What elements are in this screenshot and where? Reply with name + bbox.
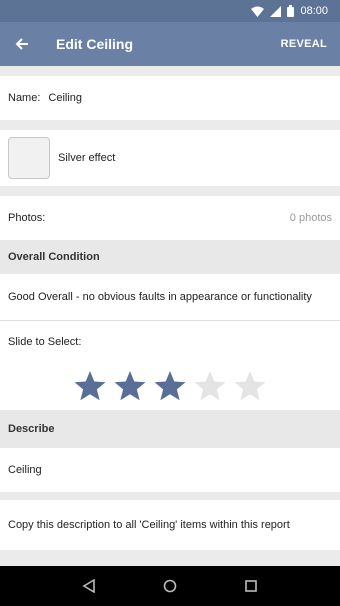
home-icon[interactable] [163,579,177,593]
star-icon[interactable] [193,369,227,403]
slide-label: Slide to Select: [8,335,82,348]
back-button[interactable] [0,22,44,66]
condition-text: Good Overall - no obvious faults in appe… [8,291,312,303]
section-title: Overall Condition [8,251,100,263]
recents-icon[interactable] [244,579,258,593]
battery-icon [287,5,295,17]
back-nav-icon[interactable] [82,579,96,593]
clock: 08:00 [300,5,328,17]
star-rating[interactable] [0,362,340,410]
copy-description-text[interactable]: Copy this description to all 'Ceiling' i… [8,518,290,533]
section-title: Describe [8,423,55,435]
star-icon[interactable] [233,369,267,403]
condition-text-row: Good Overall - no obvious faults in appe… [0,274,340,320]
signal-icon [270,5,282,17]
section-header-overall-condition: Overall Condition [0,240,340,274]
name-label: Name: [8,92,41,104]
photos-label: Photos: [8,212,46,224]
finish-label: Silver effect [58,152,116,164]
star-icon[interactable] [113,369,147,403]
finish-thumbnail[interactable] [8,137,50,179]
section-header-describe: Describe [0,410,340,448]
app-bar: Edit Ceiling REVEAL [0,22,340,66]
describe-row[interactable]: Ceiling [0,448,340,492]
name-row[interactable]: Name: Ceiling [0,76,340,120]
slide-row: Slide to Select: [0,321,340,362]
star-icon[interactable] [73,369,107,403]
arrow-left-icon [15,38,28,50]
photos-row[interactable]: Photos: 0 photos [0,196,340,240]
describe-value[interactable]: Ceiling [8,464,42,476]
page-title: Edit Ceiling [56,36,133,52]
navigation-bar [0,566,340,606]
status-bar: 08:00 [0,0,340,22]
star-icon[interactable] [153,369,187,403]
photos-count: 0 photos [289,212,332,224]
finish-row[interactable]: Silver effect [0,130,340,186]
wifi-icon [251,6,265,17]
name-value[interactable]: Ceiling [48,92,82,104]
copy-description-row[interactable]: Copy this description to all 'Ceiling' i… [0,500,340,550]
reveal-button[interactable]: REVEAL [281,38,327,50]
